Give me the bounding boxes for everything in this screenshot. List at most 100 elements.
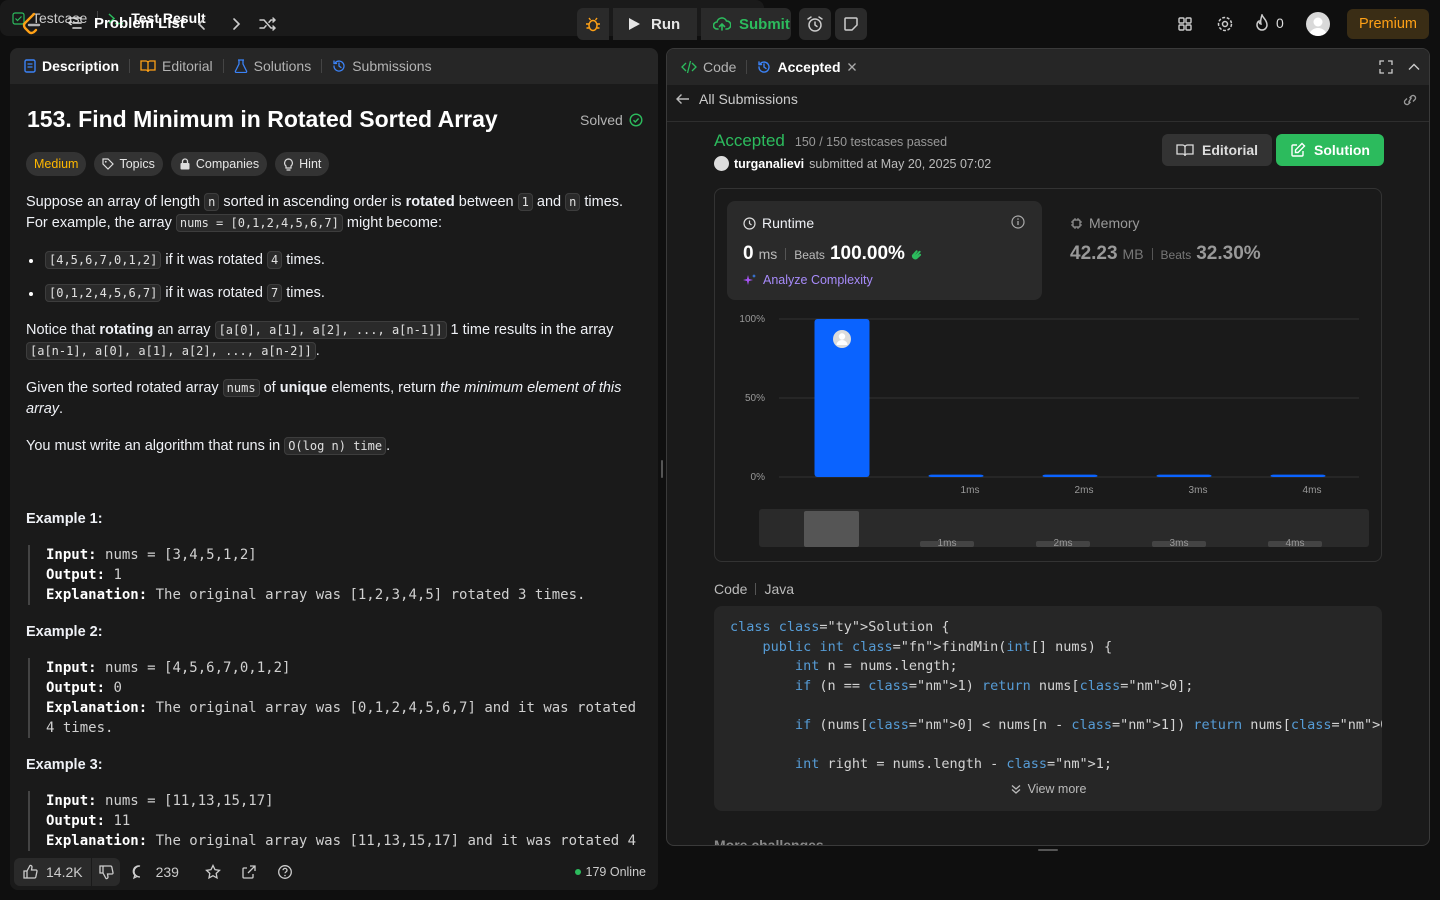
inline-code: [a[n-1], a[0], a[1], a[2], ..., a[n-2]] — [26, 342, 316, 360]
hint-chip[interactable]: Hint — [275, 152, 330, 176]
memory-value: 42.23 — [1070, 243, 1118, 264]
all-submissions-link[interactable]: All Submissions — [675, 91, 798, 107]
run-button[interactable]: Run — [613, 8, 697, 40]
example-block: Input: nums = [3,4,5,1,2] Output: 1 Expl… — [28, 545, 644, 605]
next-problem-button[interactable] — [222, 10, 250, 38]
text: sorted in ascending order is — [219, 194, 406, 210]
tag-row: Medium Topics Companies Hint — [26, 152, 330, 176]
text: . — [315, 343, 320, 359]
horizontal-resize-handle[interactable] — [1038, 849, 1058, 851]
more-challenges-heading: More challenges — [714, 837, 824, 846]
avatar[interactable] — [714, 156, 729, 171]
submit-button[interactable]: Submit — [701, 8, 791, 40]
settings-button[interactable] — [1211, 10, 1239, 38]
chevron-left-icon — [197, 18, 205, 30]
editorial-button[interactable]: Editorial — [1162, 134, 1273, 166]
chevron-up-icon[interactable] — [1407, 60, 1421, 74]
leetcode-logo[interactable] — [20, 12, 42, 36]
avatar[interactable] — [1306, 12, 1330, 36]
divider — [785, 248, 787, 260]
example-title: Example 3: — [26, 757, 103, 773]
link-icon[interactable] — [1401, 93, 1419, 107]
online-indicator: 179 Online — [574, 865, 646, 879]
tab-accepted[interactable]: Accepted — [751, 59, 862, 75]
random-problem-button[interactable] — [254, 10, 282, 38]
difficulty-badge[interactable]: Medium — [26, 152, 87, 176]
x-tick-label: 1ms — [961, 485, 980, 496]
maximize-icon[interactable] — [1379, 60, 1393, 74]
companies-chip[interactable]: Companies — [170, 152, 268, 176]
notes-button[interactable] — [835, 8, 867, 40]
alarm-clock-icon — [807, 16, 823, 32]
favorite-button[interactable] — [205, 864, 221, 880]
info-icon[interactable] — [1011, 215, 1025, 229]
share-button[interactable] — [241, 864, 257, 880]
lightbulb-icon — [284, 157, 294, 171]
tab-solutions[interactable]: Solutions — [228, 58, 318, 74]
premium-button[interactable]: Premium — [1347, 9, 1429, 39]
vertical-resize-handle[interactable] — [661, 460, 663, 478]
problem-list-button[interactable]: Problem List — [66, 14, 185, 32]
text: if it was rotated — [161, 285, 267, 301]
list-icon — [68, 17, 82, 29]
chart-bar[interactable] — [1042, 474, 1098, 477]
tab-editorial[interactable]: Editorial — [134, 58, 219, 74]
output-value: 0 — [113, 680, 122, 696]
chevron-right-icon — [233, 18, 241, 30]
feedback-button[interactable] — [277, 864, 293, 880]
close-icon[interactable] — [847, 62, 857, 72]
chart-bar[interactable] — [1156, 474, 1212, 477]
dislike-button[interactable] — [92, 864, 120, 880]
comments-button[interactable]: 239 — [132, 864, 179, 880]
streak-count: 0 — [1276, 15, 1284, 31]
username[interactable]: turganalievi — [734, 157, 804, 171]
companies-label: Companies — [195, 157, 260, 171]
like-button[interactable]: 14.2K — [14, 864, 91, 880]
layout-button[interactable] — [1171, 10, 1199, 38]
y-tick-label: 0% — [751, 472, 766, 483]
tab-code[interactable]: Code — [675, 59, 742, 75]
book-icon — [1176, 144, 1194, 157]
runtime-distribution-chart[interactable]: 100% 50% 0% 1ms 2ms 3ms 4ms 1ms 2ms 3ms 4ms — [715, 309, 1381, 559]
tab-submissions[interactable]: Submissions — [326, 58, 437, 74]
input-value: nums = [4,5,6,7,0,1,2] — [105, 660, 291, 676]
problem-title: 153. Find Minimum in Rotated Sorted Arra… — [27, 106, 498, 132]
code-lines: class class="ty">Solution { public int c… — [730, 618, 1382, 774]
view-more-button[interactable]: View more — [714, 782, 1382, 796]
problem-list-label: Problem List — [94, 14, 185, 32]
topics-chip[interactable]: Topics — [94, 152, 163, 176]
bug-icon — [586, 17, 600, 32]
inline-code: nums — [222, 379, 260, 397]
chart-bar[interactable] — [928, 474, 984, 477]
debug-button[interactable] — [577, 8, 609, 40]
shuffle-icon — [259, 17, 277, 31]
sparkle-icon — [743, 274, 756, 285]
code-line: int n = nums.length; — [795, 658, 958, 674]
runtime-box[interactable]: Runtime 0 ms Beats 100.00% Analyze Compl… — [727, 201, 1042, 300]
tab-description[interactable]: Description — [18, 58, 125, 74]
solution-button[interactable]: Solution — [1276, 134, 1384, 166]
performance-card: Runtime 0 ms Beats 100.00% Analyze Compl… — [714, 188, 1382, 562]
output-value: 1 — [113, 567, 122, 583]
explanation-value: The original array was [11,13,15,17] and… — [155, 833, 637, 849]
chart-bar[interactable] — [1270, 474, 1326, 477]
tab-divider — [129, 59, 131, 73]
output-label: Output: — [46, 680, 106, 696]
hint-label: Hint — [299, 157, 322, 171]
flame-icon — [1256, 14, 1268, 31]
analyze-complexity-button[interactable]: Analyze Complexity — [743, 273, 873, 287]
check-circle-icon — [629, 113, 643, 127]
timer-button[interactable] — [799, 8, 831, 40]
prev-problem-button[interactable] — [188, 10, 216, 38]
right-tab-bar: Code Accepted — [667, 49, 1429, 85]
divider — [755, 583, 757, 595]
gear-icon — [1217, 16, 1233, 32]
memory-box[interactable]: Memory 42.23 MB Beats 32.30% — [1055, 201, 1370, 300]
grid-layout-icon — [1178, 17, 1192, 31]
book-icon — [140, 60, 156, 73]
star-icon — [205, 864, 221, 880]
streak-counter[interactable]: 0 — [1254, 14, 1284, 32]
navigator-tick-label: 4ms — [1286, 538, 1305, 549]
text: and — [532, 194, 566, 210]
submit-label: Submit — [739, 15, 790, 33]
